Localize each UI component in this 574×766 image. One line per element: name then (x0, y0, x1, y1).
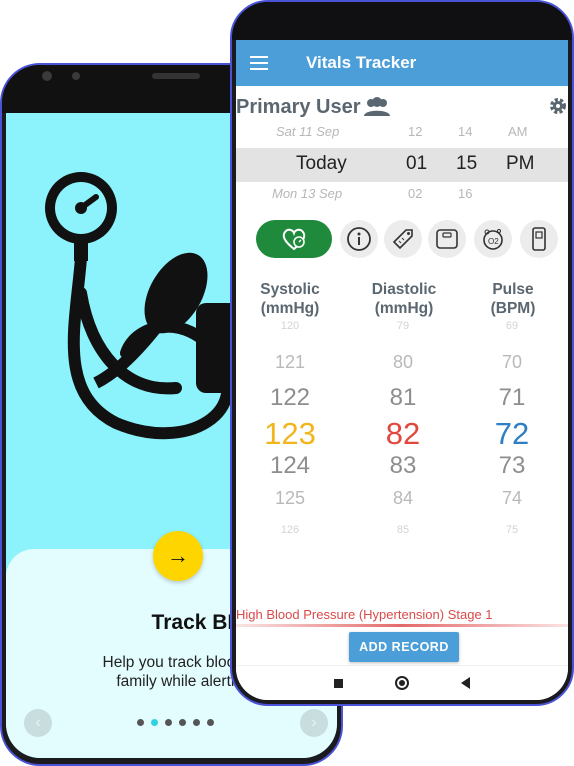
next-button[interactable]: → (153, 531, 203, 581)
vital-glucose-button[interactable] (520, 220, 558, 258)
date-prev[interactable]: Sat 11 Sep (276, 124, 339, 139)
vitals-app: Vitals Tracker Primary User Sat 11 Sep 1… (236, 40, 568, 700)
pulse-value[interactable]: 69 (467, 320, 557, 332)
minute-prev[interactable]: 14 (458, 124, 472, 139)
vital-oxygen-button[interactable]: O2 (474, 220, 512, 258)
tag-icon (392, 229, 413, 250)
bp-status-label: High Blood Pressure (Hypertension) Stage… (236, 607, 493, 622)
info-icon (347, 227, 371, 251)
status-bar (232, 2, 572, 40)
user-name[interactable]: Primary User (236, 96, 361, 119)
tracker-phone: Vitals Tracker Primary User Sat 11 Sep 1… (230, 0, 574, 706)
back-icon[interactable] (461, 677, 470, 689)
pulse-selected-value[interactable]: 72 (467, 416, 557, 452)
systolic-value[interactable]: 126 (245, 524, 335, 536)
app-title: Vitals Tracker (306, 53, 417, 72)
vital-type-selector: O2 (236, 220, 568, 260)
date-next[interactable]: Mon 13 Sep (272, 186, 342, 201)
page-dot[interactable] (207, 719, 214, 726)
add-record-button[interactable]: ADD RECORD (349, 632, 459, 662)
date-selected[interactable]: Today (296, 153, 347, 175)
systolic-value[interactable]: 120 (245, 320, 335, 332)
diastolic-header: Diastolic (mmHg) (359, 280, 449, 318)
pulse-value[interactable]: 71 (467, 384, 557, 412)
diastolic-value[interactable]: 80 (358, 352, 448, 373)
vital-info-button[interactable] (340, 220, 378, 258)
page-dot[interactable] (193, 719, 200, 726)
diastolic-value[interactable]: 79 (358, 320, 448, 332)
chevron-left-icon: ‹ (35, 714, 41, 731)
app-bar: Vitals Tracker (236, 40, 568, 86)
hour-next[interactable]: 02 (408, 186, 422, 201)
svg-text:O2: O2 (488, 237, 499, 246)
menu-icon[interactable] (250, 56, 268, 70)
systolic-value[interactable]: 124 (245, 452, 335, 480)
camera-icon (42, 71, 52, 81)
users-icon[interactable] (362, 96, 392, 118)
oxygen-icon: O2 (483, 229, 503, 250)
page-indicator (137, 719, 214, 726)
hour-selected[interactable]: 01 (406, 153, 427, 175)
pulse-value[interactable]: 75 (467, 524, 557, 536)
next-page-button[interactable]: › (300, 709, 328, 737)
glucose-meter-icon (532, 227, 546, 251)
speaker-grille (152, 73, 200, 79)
systolic-selected-value[interactable]: 123 (245, 416, 335, 452)
heart-pressure-icon (282, 228, 306, 251)
diastolic-value[interactable]: 81 (358, 384, 448, 412)
minute-next[interactable]: 16 (458, 186, 472, 201)
status-underline (236, 624, 568, 627)
vital-weight-button[interactable] (428, 220, 466, 258)
page-dot-active[interactable] (151, 719, 158, 726)
diastolic-selected-value[interactable]: 82 (358, 416, 448, 452)
page-dot[interactable] (165, 719, 172, 726)
diastolic-unit: (mmHg) (374, 300, 434, 317)
pulse-unit: (BPM) (490, 300, 536, 317)
blood-pressure-cuff-icon (45, 172, 256, 440)
pulse-value[interactable]: 74 (467, 488, 557, 509)
gear-icon[interactable] (548, 96, 568, 116)
ampm-selected[interactable]: PM (506, 153, 535, 175)
chevron-right-icon: › (311, 714, 317, 731)
systolic-label: Systolic (260, 281, 320, 298)
home-icon[interactable] (395, 676, 409, 690)
pulse-value[interactable]: 73 (467, 452, 557, 480)
datetime-picker[interactable]: Sat 11 Sep 12 14 AM Today 01 15 PM Mon 1… (236, 122, 568, 201)
systolic-value[interactable]: 125 (245, 488, 335, 509)
systolic-value[interactable]: 122 (245, 384, 335, 412)
user-row: Primary User (236, 96, 568, 122)
vital-tag-button[interactable] (384, 220, 422, 258)
pulse-header: Pulse (BPM) (478, 280, 548, 318)
systolic-value[interactable]: 121 (245, 352, 335, 373)
diastolic-value[interactable]: 83 (358, 452, 448, 480)
ampm-prev[interactable]: AM (508, 124, 528, 139)
vital-bp-button[interactable] (256, 220, 332, 258)
diastolic-value[interactable]: 84 (358, 488, 448, 509)
minute-selected[interactable]: 15 (456, 153, 477, 175)
diastolic-label: Diastolic (371, 281, 437, 298)
pulse-value[interactable]: 70 (467, 352, 557, 373)
page-dot[interactable] (179, 719, 186, 726)
hour-prev[interactable]: 12 (408, 124, 422, 139)
recents-icon[interactable] (334, 678, 343, 688)
systolic-unit: (mmHg) (260, 300, 320, 317)
sensor-icon (72, 72, 80, 80)
diastolic-value[interactable]: 85 (358, 524, 448, 536)
systolic-header: Systolic (mmHg) (248, 280, 332, 318)
arrow-right-icon: → (167, 543, 189, 568)
prev-page-button[interactable]: ‹ (24, 709, 52, 737)
system-nav-bar (236, 665, 568, 700)
pulse-label: Pulse (492, 281, 534, 298)
page-dot[interactable] (137, 719, 144, 726)
scale-icon (436, 229, 458, 249)
